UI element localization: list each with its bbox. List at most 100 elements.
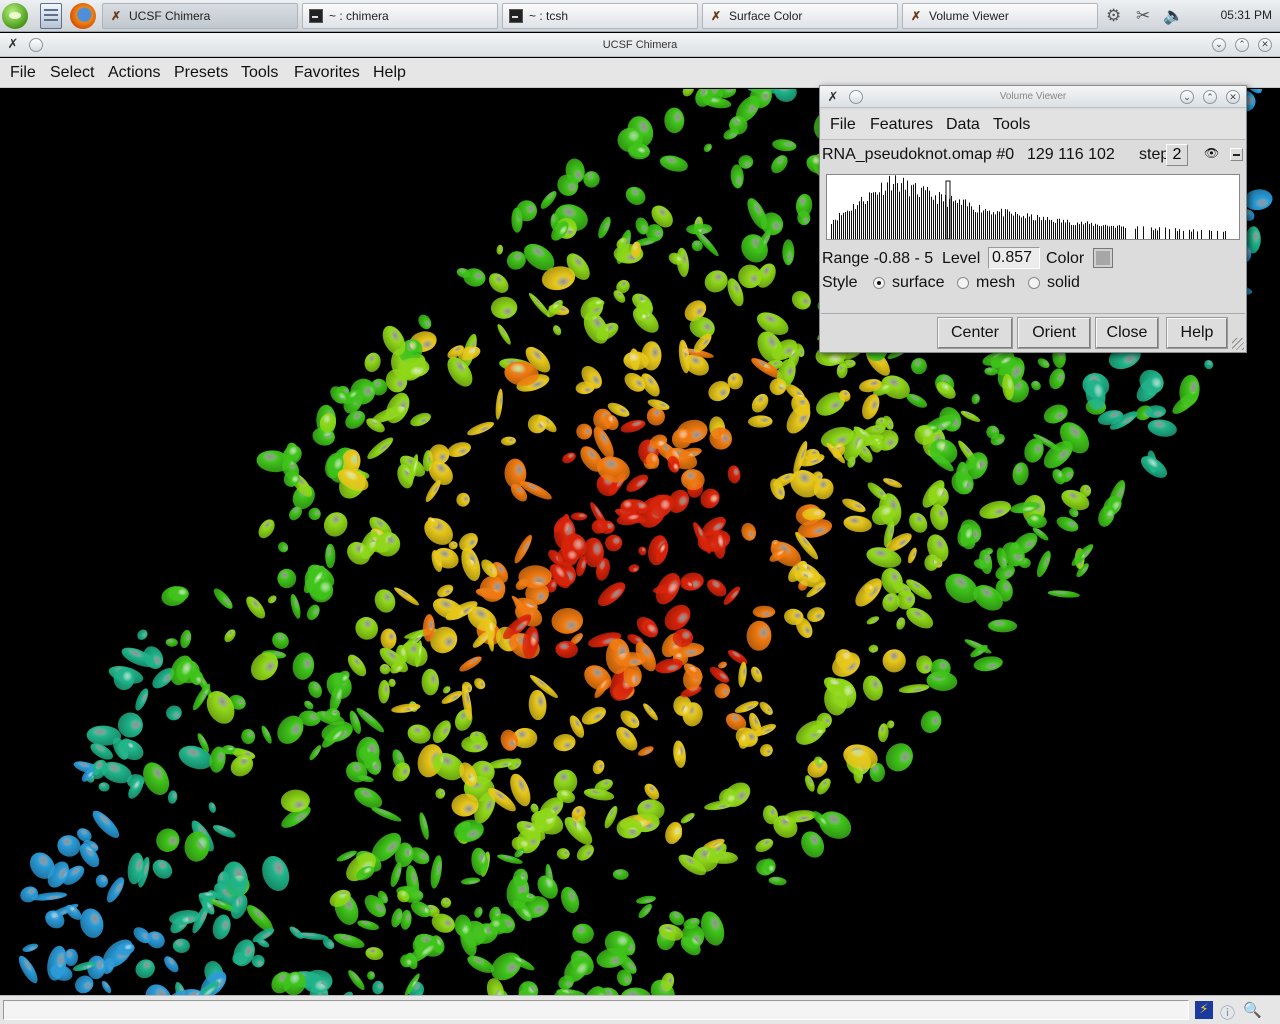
histogram-bar bbox=[1119, 225, 1120, 239]
density-blob bbox=[771, 155, 788, 174]
menu-tools[interactable]: Tools bbox=[241, 64, 278, 82]
histogram-bar bbox=[955, 200, 956, 239]
settings-gear-icon[interactable]: ⚙ bbox=[1106, 6, 1121, 26]
histogram-bar bbox=[965, 199, 966, 239]
histogram-bar bbox=[847, 210, 848, 239]
eye-icon[interactable]: 👁 bbox=[1204, 146, 1219, 160]
chimera-icon: ✗ bbox=[910, 9, 922, 23]
density-blob bbox=[308, 507, 321, 521]
lightning-icon[interactable]: ⚡ bbox=[1195, 1001, 1213, 1019]
task-label: UCSF Chimera bbox=[129, 9, 211, 23]
volume-viewer-menubar: File Features Data Tools bbox=[821, 110, 1245, 140]
histogram-bar bbox=[1037, 214, 1038, 239]
density-blob bbox=[323, 512, 348, 537]
orient-button[interactable]: Orient bbox=[1017, 317, 1091, 349]
density-blob bbox=[391, 703, 421, 713]
style-mesh-label[interactable]: mesh bbox=[976, 274, 1015, 292]
density-blob bbox=[167, 790, 178, 804]
color-label: Color bbox=[1046, 250, 1085, 267]
task-volume-viewer[interactable]: ✗ Volume Viewer bbox=[902, 3, 1098, 29]
density-blob bbox=[842, 498, 866, 513]
histogram-bar bbox=[1071, 225, 1072, 239]
close-dialog-button[interactable]: Close bbox=[1095, 317, 1159, 349]
help-button[interactable]: Help bbox=[1166, 317, 1228, 349]
style-solid-radio[interactable] bbox=[1028, 277, 1040, 289]
histogram-bar bbox=[903, 177, 904, 239]
density-blob bbox=[294, 932, 329, 940]
style-surface-radio[interactable] bbox=[873, 277, 885, 289]
histogram[interactable] bbox=[826, 174, 1240, 240]
histogram-bar bbox=[839, 212, 840, 239]
density-blob bbox=[437, 584, 454, 598]
menu-actions[interactable]: Actions bbox=[108, 64, 160, 82]
minimize-button[interactable]: ⌄ bbox=[1212, 38, 1226, 52]
status-bar: ⚡ ⓘ 🔍 bbox=[0, 995, 1280, 1024]
density-blob bbox=[988, 619, 1018, 633]
vv-menu-data[interactable]: Data bbox=[946, 116, 980, 134]
color-swatch-button[interactable] bbox=[1093, 248, 1113, 268]
histogram-bar bbox=[1225, 231, 1226, 239]
histogram-bar bbox=[959, 199, 960, 239]
histogram-bar bbox=[1051, 219, 1052, 239]
menu-favorites[interactable]: Favorites bbox=[294, 64, 360, 82]
application-menu-icon[interactable] bbox=[2, 3, 28, 29]
density-blob bbox=[605, 534, 623, 552]
maximize-button[interactable]: ⌃ bbox=[1203, 90, 1217, 104]
search-icon[interactable]: 🔍 bbox=[1243, 1001, 1262, 1019]
menu-select[interactable]: Select bbox=[50, 64, 94, 82]
minimize-button[interactable]: ⌄ bbox=[1180, 90, 1194, 104]
density-blob bbox=[556, 988, 586, 995]
density-blob bbox=[367, 437, 394, 460]
density-blob bbox=[572, 923, 594, 944]
menu-file[interactable]: File bbox=[10, 64, 36, 82]
volume-viewer-titlebar[interactable]: ✗ Volume Viewer ⌄ ⌃ ✕ bbox=[820, 86, 1246, 108]
center-button[interactable]: Center bbox=[937, 317, 1013, 349]
task-terminal-chimera[interactable]: ~ : chimera bbox=[302, 3, 498, 29]
step-menu-button[interactable]: 2 bbox=[1166, 144, 1188, 166]
chimera-titlebar[interactable]: ✗ UCSF Chimera ⌄ ⌃ ✕ bbox=[0, 33, 1280, 57]
level-input[interactable]: 0.857 bbox=[988, 247, 1040, 269]
maximize-button[interactable]: ⌃ bbox=[1235, 38, 1249, 52]
histogram-bar bbox=[1103, 225, 1104, 239]
histogram-bar bbox=[935, 195, 936, 239]
density-blob bbox=[907, 547, 917, 564]
histogram-bar bbox=[1189, 229, 1190, 239]
task-terminal-tcsh[interactable]: ~ : tcsh bbox=[502, 3, 698, 29]
histogram-bar bbox=[933, 199, 934, 239]
density-blob bbox=[277, 541, 289, 553]
histogram-bar bbox=[1091, 222, 1092, 239]
close-button[interactable]: ✕ bbox=[1258, 38, 1272, 52]
histogram-bar bbox=[1095, 223, 1096, 239]
style-solid-label[interactable]: solid bbox=[1047, 274, 1080, 292]
volume-icon[interactable]: 🔈 bbox=[1163, 6, 1184, 26]
vv-menu-file[interactable]: File bbox=[830, 116, 856, 134]
histogram-bar bbox=[1087, 221, 1088, 239]
collapse-panel-button[interactable] bbox=[1230, 148, 1243, 161]
scissors-icon[interactable]: ✂ bbox=[1136, 6, 1150, 26]
style-mesh-radio[interactable] bbox=[957, 277, 969, 289]
info-icon[interactable]: ⓘ bbox=[1220, 1002, 1235, 1023]
clock[interactable]: 05:31 PM bbox=[1221, 8, 1272, 22]
map-name[interactable]: RNA_pseudoknot.omap #0 bbox=[822, 146, 1014, 164]
density-blob bbox=[862, 675, 883, 701]
resize-grip[interactable] bbox=[1232, 338, 1244, 350]
density-blob bbox=[261, 725, 272, 744]
task-surface-color[interactable]: ✗ Surface Color bbox=[702, 3, 898, 29]
task-label: Volume Viewer bbox=[929, 9, 1009, 23]
vv-menu-features[interactable]: Features bbox=[870, 116, 933, 134]
histogram-bar bbox=[1179, 229, 1180, 239]
density-blob bbox=[795, 193, 813, 218]
histogram-bar bbox=[1065, 222, 1066, 239]
file-manager-icon[interactable] bbox=[40, 3, 62, 29]
style-surface-label[interactable]: surface bbox=[892, 274, 944, 292]
menu-help[interactable]: Help bbox=[373, 64, 406, 82]
firefox-icon[interactable] bbox=[70, 3, 96, 29]
close-button[interactable]: ✕ bbox=[1226, 90, 1240, 104]
terminal-icon bbox=[509, 9, 523, 23]
density-blob bbox=[755, 838, 774, 853]
density-blob bbox=[802, 508, 826, 521]
vv-menu-tools[interactable]: Tools bbox=[993, 116, 1030, 134]
menu-presets[interactable]: Presets bbox=[174, 64, 228, 82]
density-blob bbox=[156, 828, 180, 852]
task-ucsf-chimera[interactable]: ✗ UCSF Chimera bbox=[102, 3, 298, 29]
